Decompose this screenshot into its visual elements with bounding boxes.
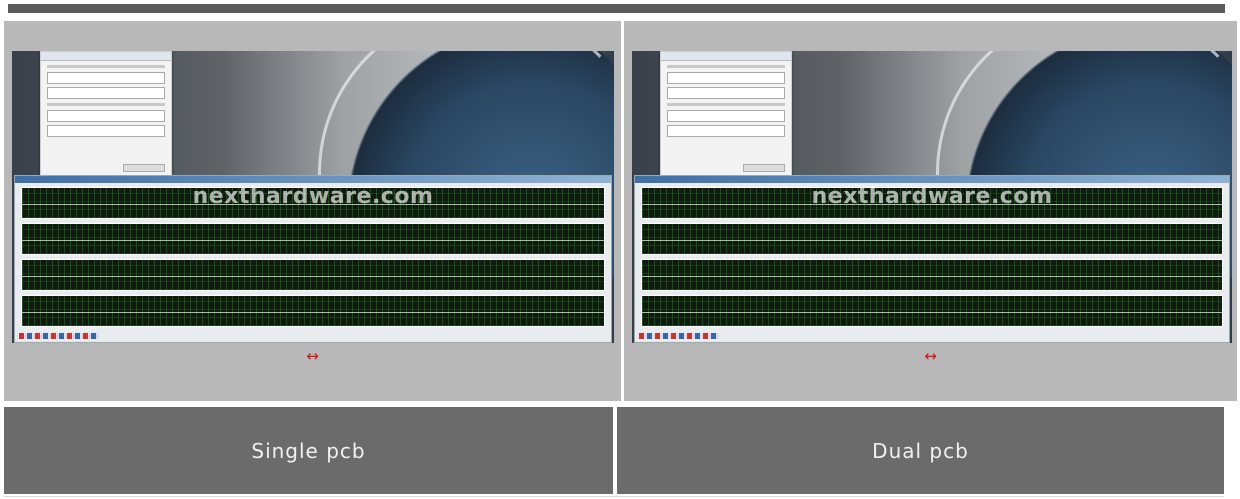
expand-arrow-icon[interactable]: ↔ bbox=[4, 347, 621, 365]
settings-dialog bbox=[660, 51, 792, 177]
watermark: nexthardware.com bbox=[811, 184, 1053, 209]
monitor-graph bbox=[641, 223, 1223, 255]
table-bottom-border bbox=[4, 496, 1224, 497]
monitor-graph bbox=[641, 295, 1223, 327]
caption-single-pcb: Single pcb bbox=[4, 407, 613, 494]
top-bar bbox=[8, 4, 1225, 13]
watermark: nexthardware.com bbox=[192, 184, 434, 209]
monitor-graph bbox=[641, 259, 1223, 291]
settings-dialog bbox=[40, 51, 172, 177]
image-panel-single-pcb: nexthardware.com ↔ bbox=[4, 21, 621, 401]
monitor-graph bbox=[21, 259, 605, 291]
expand-arrow-icon[interactable]: ↔ bbox=[624, 347, 1237, 365]
screenshot-single-pcb[interactable]: nexthardware.com bbox=[12, 51, 614, 343]
monitor-graph bbox=[21, 223, 605, 255]
image-panel-dual-pcb: nexthardware.com ↔ bbox=[624, 21, 1237, 401]
monitor-graph bbox=[21, 295, 605, 327]
screenshot-dual-pcb[interactable]: nexthardware.com bbox=[632, 51, 1232, 343]
caption-dual-pcb: Dual pcb bbox=[617, 407, 1224, 494]
